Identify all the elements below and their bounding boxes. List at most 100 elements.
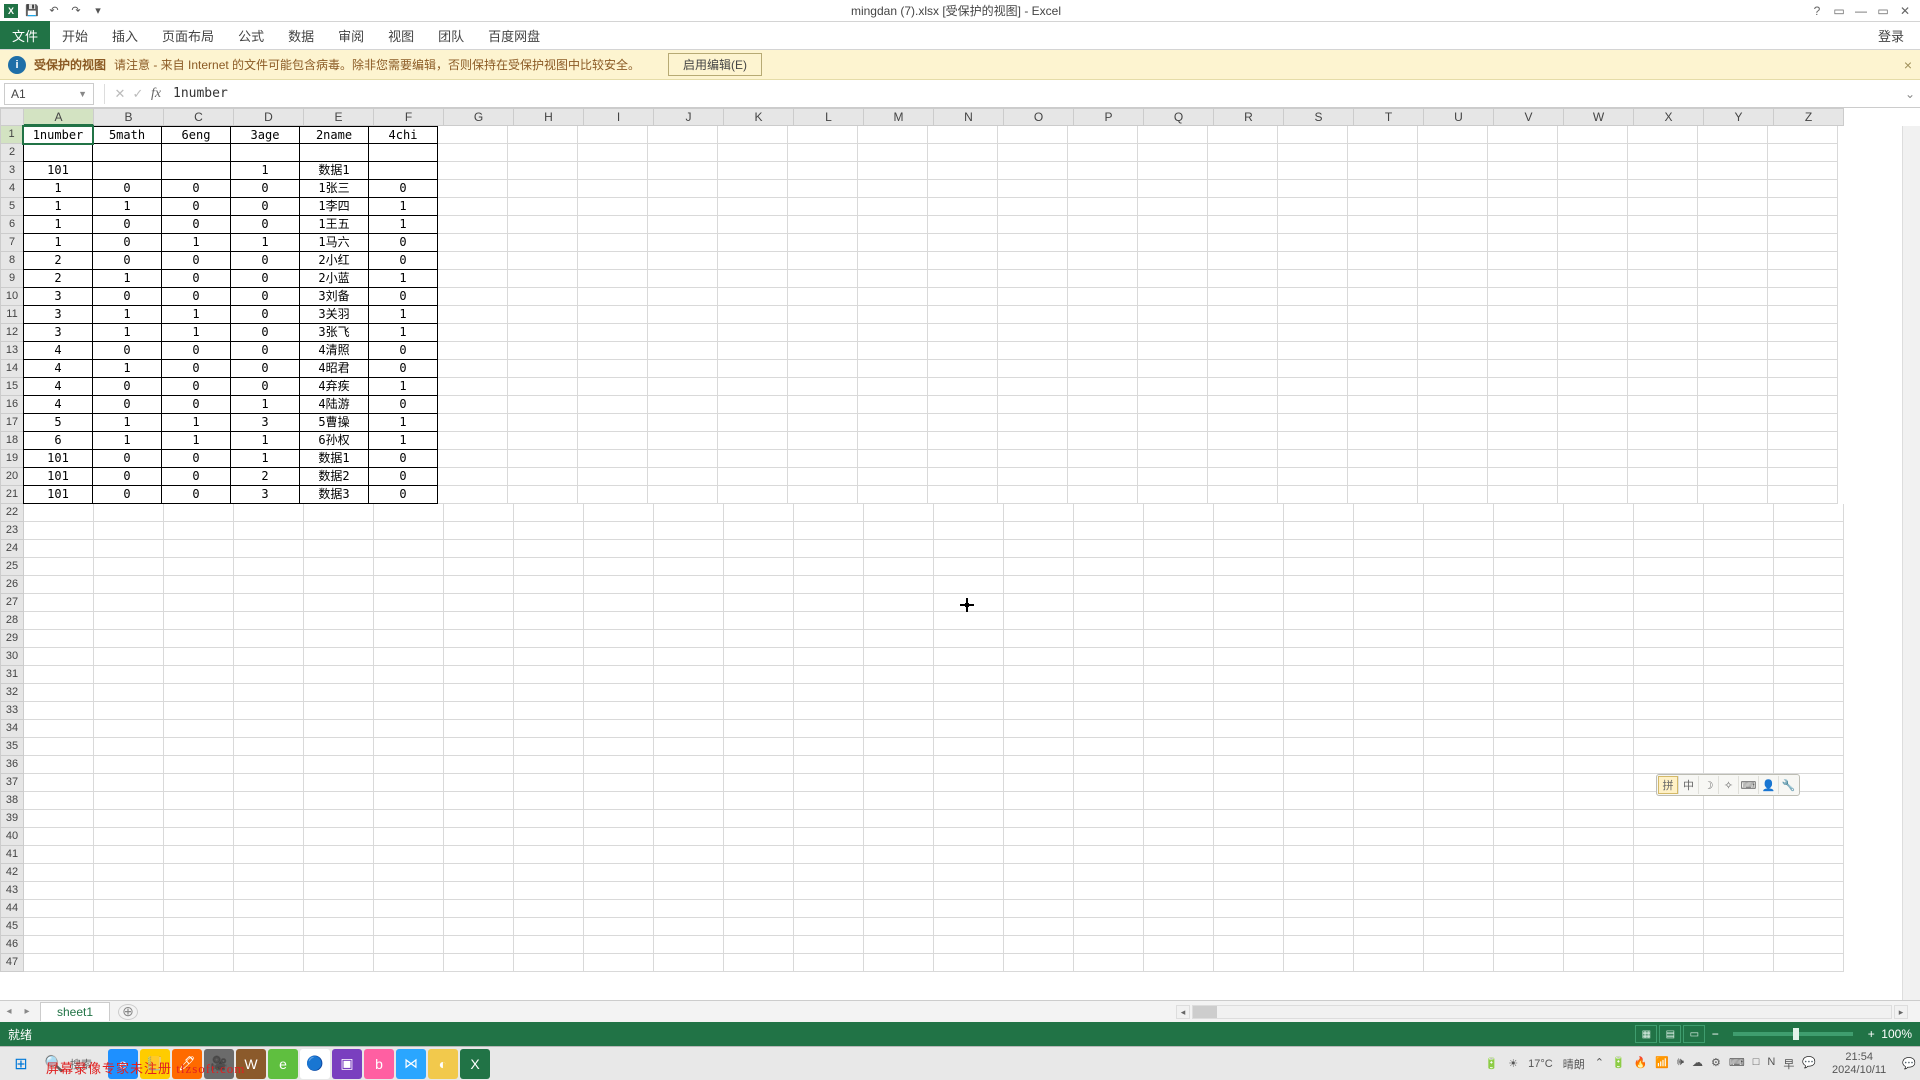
cell[interactable] bbox=[1424, 558, 1494, 576]
row-header[interactable]: 2 bbox=[0, 144, 24, 162]
cell[interactable] bbox=[1138, 414, 1208, 432]
cell[interactable] bbox=[1004, 900, 1074, 918]
cell[interactable] bbox=[858, 180, 928, 198]
cell[interactable]: 0 bbox=[92, 395, 162, 414]
ime-option[interactable]: ✧ bbox=[1718, 776, 1738, 794]
cell[interactable] bbox=[1424, 828, 1494, 846]
cell[interactable] bbox=[1214, 504, 1284, 522]
row-header[interactable]: 8 bbox=[0, 252, 24, 270]
cell[interactable] bbox=[1354, 936, 1424, 954]
cell[interactable] bbox=[1704, 666, 1774, 684]
cell[interactable] bbox=[1418, 396, 1488, 414]
fx-icon[interactable]: fx bbox=[147, 86, 165, 102]
cell[interactable]: 1 bbox=[92, 269, 162, 288]
cell[interactable] bbox=[1558, 468, 1628, 486]
cell[interactable] bbox=[1634, 648, 1704, 666]
cell[interactable] bbox=[508, 306, 578, 324]
expand-formula-icon[interactable]: ⌄ bbox=[1900, 87, 1920, 101]
cell[interactable]: 5曹操 bbox=[299, 413, 369, 432]
cell[interactable] bbox=[1278, 342, 1348, 360]
cell[interactable]: 0 bbox=[368, 341, 438, 360]
cell[interactable] bbox=[1704, 756, 1774, 774]
cell[interactable] bbox=[1138, 126, 1208, 144]
cell[interactable] bbox=[24, 666, 94, 684]
cell[interactable] bbox=[578, 252, 648, 270]
cell[interactable]: 0 bbox=[230, 179, 300, 198]
cell[interactable] bbox=[928, 216, 998, 234]
cell[interactable] bbox=[788, 126, 858, 144]
cell[interactable] bbox=[304, 720, 374, 738]
cell[interactable] bbox=[648, 324, 718, 342]
cell[interactable] bbox=[1068, 306, 1138, 324]
cell[interactable]: 0 bbox=[368, 449, 438, 468]
column-header[interactable]: U bbox=[1424, 108, 1494, 126]
cell[interactable] bbox=[1068, 432, 1138, 450]
cell[interactable] bbox=[934, 558, 1004, 576]
cell[interactable] bbox=[794, 576, 864, 594]
cell[interactable] bbox=[94, 504, 164, 522]
cell[interactable] bbox=[1698, 216, 1768, 234]
cell[interactable] bbox=[1564, 612, 1634, 630]
cell[interactable] bbox=[718, 450, 788, 468]
cell[interactable] bbox=[578, 360, 648, 378]
cell[interactable] bbox=[1074, 918, 1144, 936]
cell[interactable] bbox=[1214, 630, 1284, 648]
cell[interactable] bbox=[1214, 594, 1284, 612]
cell[interactable] bbox=[1774, 684, 1844, 702]
cell[interactable] bbox=[1348, 288, 1418, 306]
cell[interactable] bbox=[1768, 270, 1838, 288]
cell[interactable] bbox=[94, 576, 164, 594]
cell[interactable] bbox=[514, 882, 584, 900]
cell[interactable] bbox=[230, 143, 300, 162]
cell[interactable] bbox=[1348, 324, 1418, 342]
cell[interactable] bbox=[1278, 360, 1348, 378]
cell[interactable] bbox=[1214, 576, 1284, 594]
cell[interactable] bbox=[1068, 234, 1138, 252]
cell[interactable] bbox=[1634, 918, 1704, 936]
hscroll-left-icon[interactable]: ◂ bbox=[1176, 1005, 1190, 1019]
cell[interactable] bbox=[864, 918, 934, 936]
cell[interactable] bbox=[1488, 288, 1558, 306]
cell[interactable] bbox=[1494, 504, 1564, 522]
cell[interactable]: 0 bbox=[161, 269, 231, 288]
cell[interactable] bbox=[718, 486, 788, 504]
cell[interactable] bbox=[864, 558, 934, 576]
cell[interactable] bbox=[1494, 756, 1564, 774]
cell[interactable] bbox=[858, 486, 928, 504]
cell[interactable] bbox=[654, 522, 724, 540]
close-icon[interactable]: ✕ bbox=[1896, 4, 1914, 18]
cell[interactable] bbox=[1074, 756, 1144, 774]
cell[interactable] bbox=[1418, 198, 1488, 216]
cell[interactable]: 1 bbox=[161, 305, 231, 324]
page-layout-view-icon[interactable]: ▤ bbox=[1659, 1025, 1681, 1043]
cell[interactable] bbox=[1424, 936, 1494, 954]
cell[interactable] bbox=[864, 594, 934, 612]
cell[interactable] bbox=[1418, 180, 1488, 198]
cell[interactable] bbox=[1208, 252, 1278, 270]
cell[interactable] bbox=[94, 918, 164, 936]
cell[interactable]: 1 bbox=[161, 431, 231, 450]
column-header[interactable]: L bbox=[794, 108, 864, 126]
cell[interactable] bbox=[1774, 756, 1844, 774]
ime-palette[interactable]: 拼中☽✧⌨👤🔧 bbox=[1656, 774, 1800, 796]
cell[interactable] bbox=[1418, 450, 1488, 468]
cell[interactable]: 3张飞 bbox=[299, 323, 369, 342]
cell[interactable] bbox=[164, 522, 234, 540]
cell[interactable] bbox=[234, 774, 304, 792]
cell[interactable]: 4chi bbox=[368, 126, 438, 144]
cell[interactable] bbox=[94, 540, 164, 558]
cell[interactable] bbox=[1634, 864, 1704, 882]
cell[interactable]: 1 bbox=[161, 323, 231, 342]
tray-icon[interactable]: 早 bbox=[1783, 1056, 1794, 1072]
cell[interactable] bbox=[1494, 558, 1564, 576]
cell[interactable] bbox=[514, 810, 584, 828]
cell[interactable] bbox=[1768, 162, 1838, 180]
cell[interactable] bbox=[928, 198, 998, 216]
cell[interactable] bbox=[1564, 756, 1634, 774]
cell[interactable] bbox=[1488, 396, 1558, 414]
cell[interactable] bbox=[1628, 306, 1698, 324]
cell[interactable]: 101 bbox=[23, 449, 93, 468]
cell[interactable]: 5math bbox=[92, 126, 162, 144]
cell[interactable] bbox=[1768, 288, 1838, 306]
cell[interactable]: 2 bbox=[23, 269, 93, 288]
